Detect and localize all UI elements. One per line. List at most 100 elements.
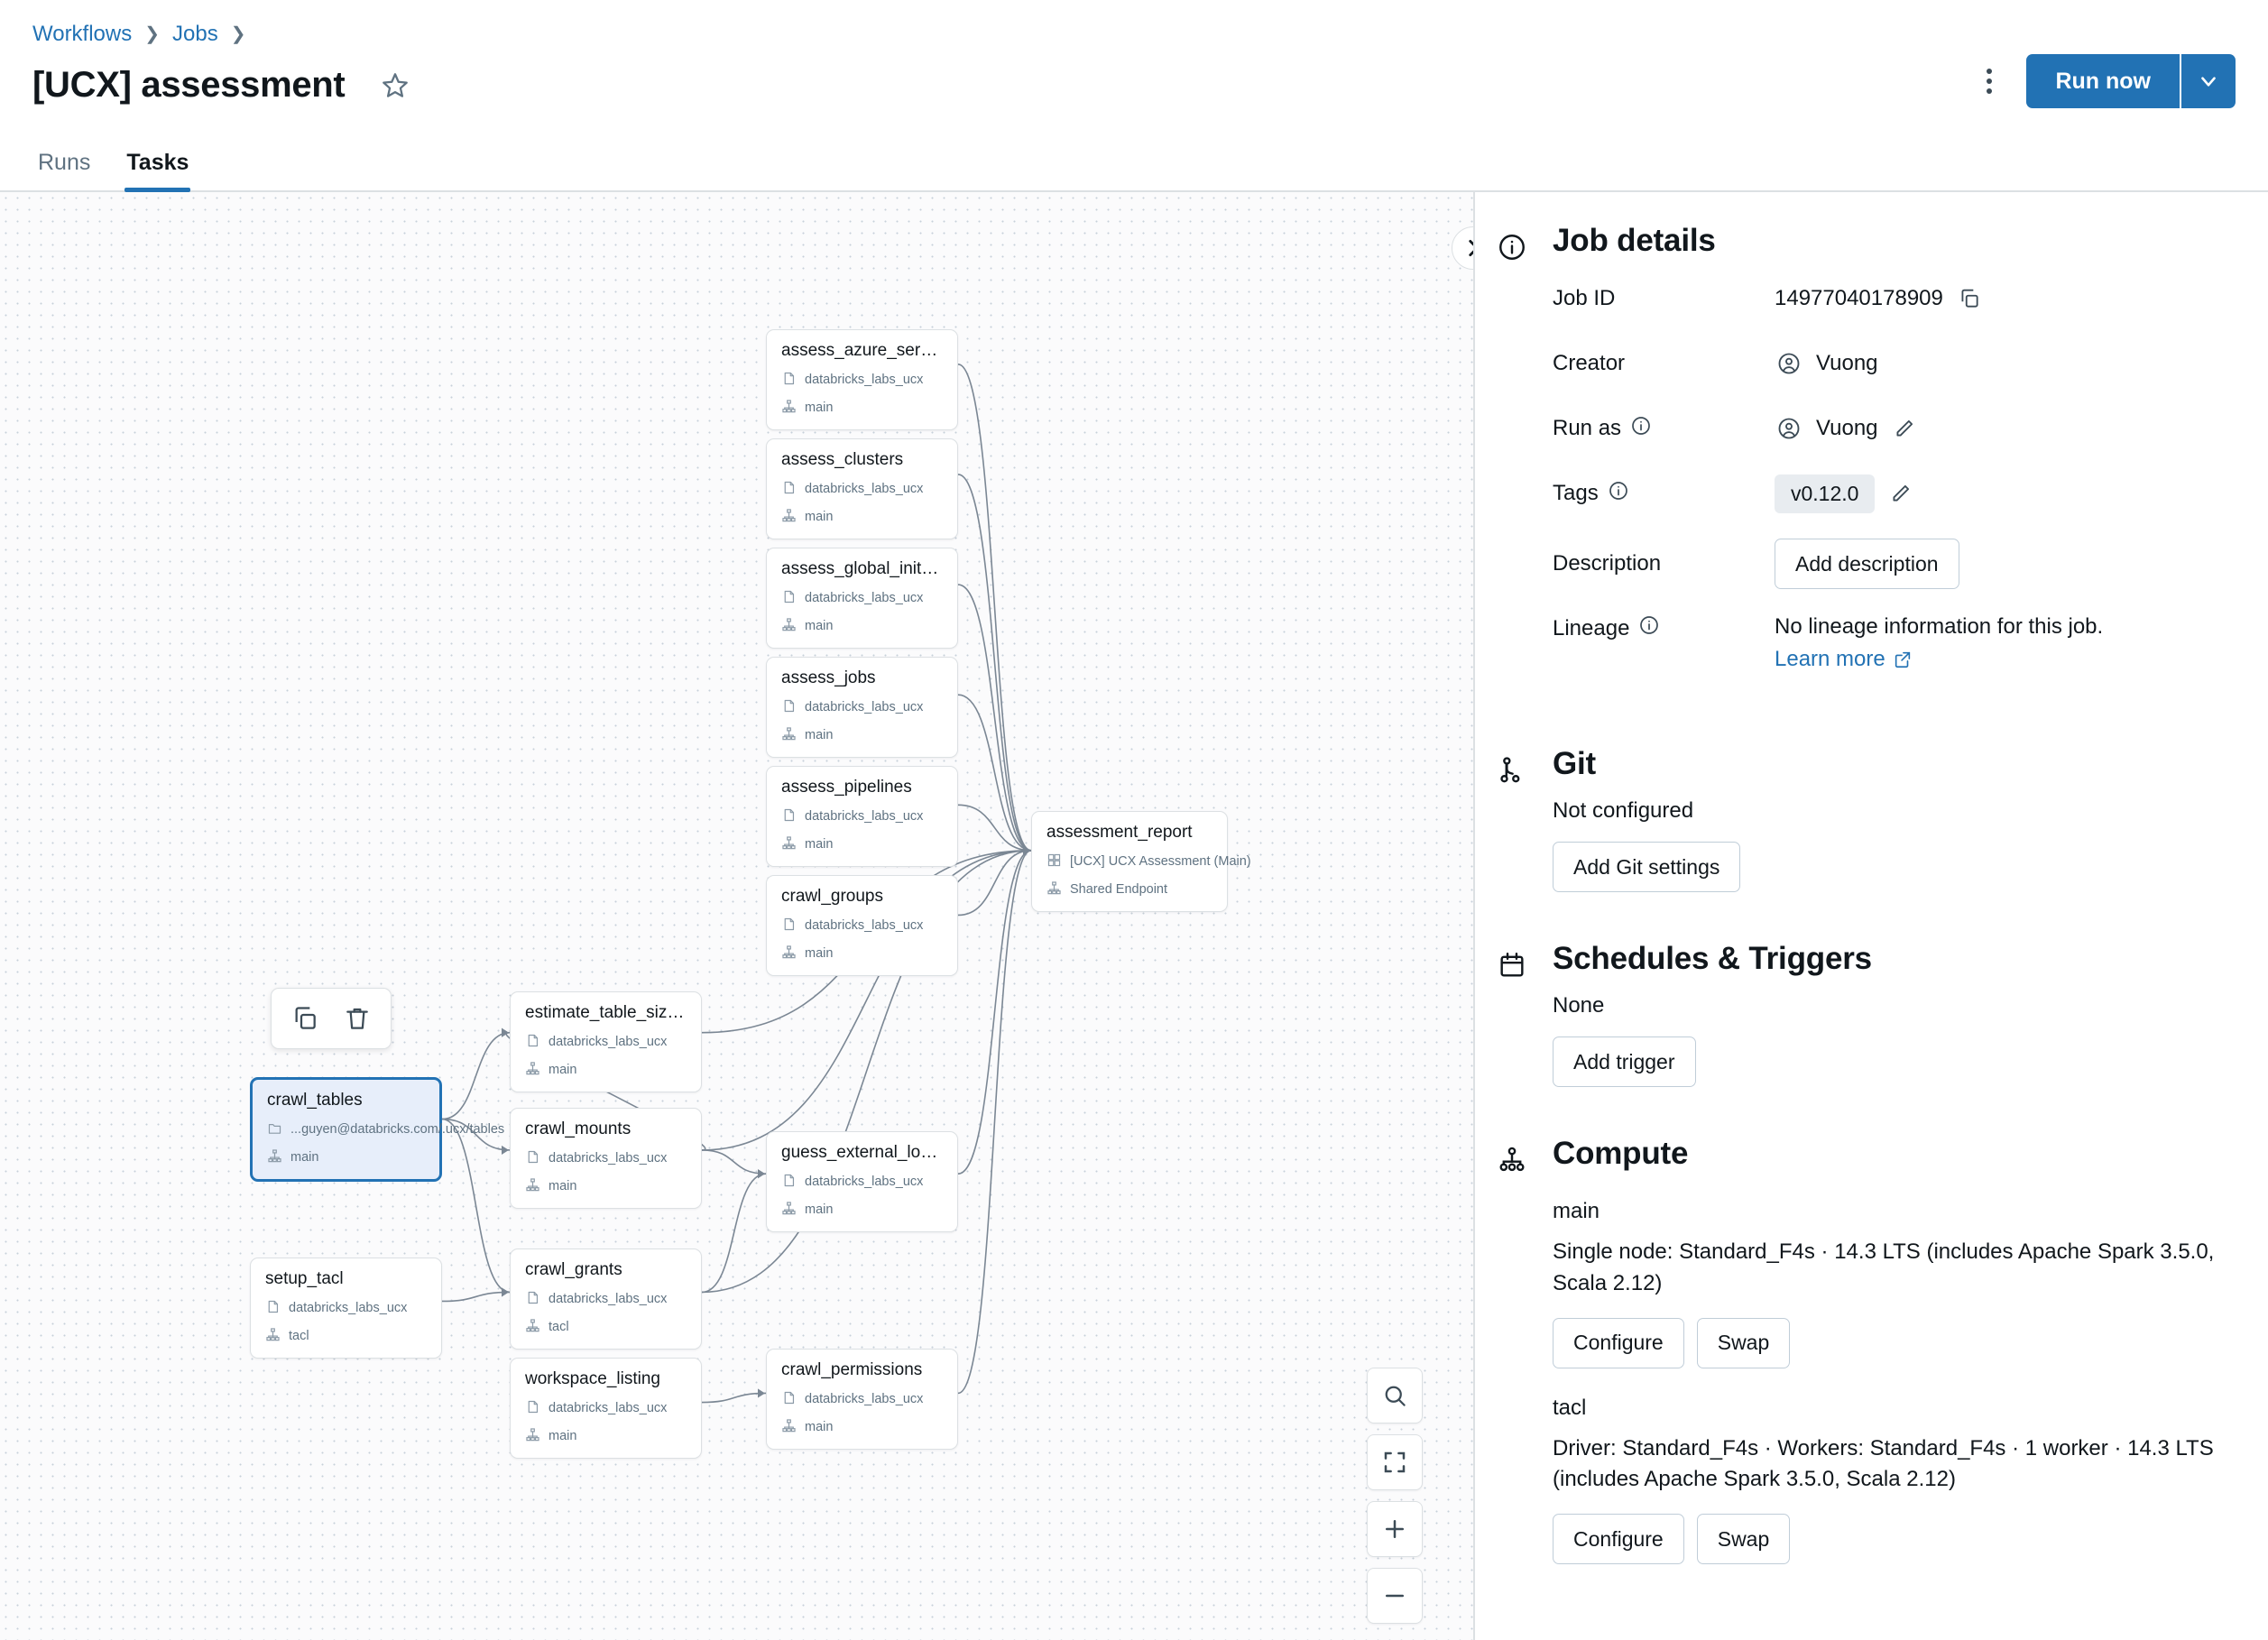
task-node-crawl_grants[interactable]: crawl_grantsdatabricks_labs_ucxtacl <box>510 1248 702 1350</box>
swap-button[interactable]: Swap <box>1697 1318 1791 1368</box>
info-circle-icon[interactable] <box>1638 614 1660 642</box>
info-circle-icon[interactable] <box>1608 480 1629 508</box>
zoom-out-button[interactable] <box>1367 1568 1423 1624</box>
task-node-source: databricks_labs_ucx <box>525 1033 687 1052</box>
task-graph-canvas[interactable]: assess_azure_service_princi...databricks… <box>0 192 1473 1640</box>
cluster-icon <box>525 1061 540 1080</box>
task-node-setup_tacl[interactable]: setup_tacldatabricks_labs_ucxtacl <box>250 1258 442 1359</box>
task-edge <box>442 1119 510 1293</box>
tag-chip[interactable]: v0.12.0 <box>1775 474 1875 513</box>
task-node-title: crawl_groups <box>781 887 943 908</box>
copy-icon[interactable] <box>282 997 327 1040</box>
task-node-source-label: databricks_labs_ucx <box>549 1035 667 1049</box>
task-node-title: assess_clusters <box>781 450 943 471</box>
notebook-icon <box>525 1399 540 1418</box>
task-edge-arrow <box>1023 846 1030 855</box>
info-circle-icon[interactable] <box>1630 415 1652 443</box>
task-edge-arrow <box>502 1028 509 1037</box>
task-node-cluster: main <box>781 617 943 636</box>
task-node-source: [UCX] UCX Assessment (Main) <box>1046 852 1212 871</box>
title-row: [UCX] assessment <box>32 65 2236 106</box>
swap-button[interactable]: Swap <box>1697 1514 1791 1564</box>
notebook-icon <box>781 1390 797 1409</box>
task-edge <box>702 1150 766 1174</box>
task-node-title: guess_external_locations <box>781 1143 943 1164</box>
task-node-assess_clusters[interactable]: assess_clustersdatabricks_labs_ucxmain <box>766 438 958 539</box>
task-node-source: databricks_labs_ucx <box>525 1290 687 1309</box>
task-node-source: databricks_labs_ucx <box>781 371 943 390</box>
task-node-assess_azure_service_principals[interactable]: assess_azure_service_princi...databricks… <box>766 329 958 430</box>
dashboard-icon <box>1046 852 1062 871</box>
task-node-assess_jobs[interactable]: assess_jobsdatabricks_labs_ucxmain <box>766 657 958 758</box>
pencil-icon[interactable] <box>1891 415 1918 442</box>
breadcrumb-item-jobs[interactable]: Jobs <box>172 23 218 45</box>
task-node-assessment_report[interactable]: assessment_report[UCX] UCX Assessment (M… <box>1031 811 1228 912</box>
configure-button[interactable]: Configure <box>1553 1318 1684 1368</box>
cluster-icon <box>1046 880 1062 899</box>
zoom-in-button[interactable] <box>1367 1501 1423 1557</box>
job-id-label: Job ID <box>1553 286 1775 311</box>
copy-icon[interactable] <box>1956 285 1983 312</box>
learn-more-link[interactable]: Learn more <box>1775 647 1913 672</box>
configure-button[interactable]: Configure <box>1553 1514 1684 1564</box>
pencil-icon[interactable] <box>1887 480 1914 507</box>
creator-label: Creator <box>1553 351 1775 376</box>
task-edge-arrow <box>502 1146 509 1155</box>
task-node-source-label: databricks_labs_ucx <box>805 591 923 605</box>
task-node-title: workspace_listing <box>525 1369 687 1390</box>
task-node-source: databricks_labs_ucx <box>265 1299 427 1318</box>
task-node-cluster: main <box>781 399 943 418</box>
notebook-icon <box>781 807 797 826</box>
description-value-wrap: Add description <box>1775 539 1959 589</box>
task-edge <box>702 1393 766 1402</box>
task-node-title: assess_pipelines <box>781 778 943 798</box>
task-node-source: databricks_labs_ucx <box>781 807 943 826</box>
task-node-crawl_groups[interactable]: crawl_groupsdatabricks_labs_ucxmain <box>766 875 958 976</box>
add-git-settings-button[interactable]: Add Git settings <box>1553 842 1740 892</box>
task-node-crawl_permissions[interactable]: crawl_permissionsdatabricks_labs_ucxmain <box>766 1349 958 1450</box>
task-node-workspace_listing[interactable]: workspace_listingdatabricks_labs_ucxmain <box>510 1358 702 1459</box>
task-node-source-label: databricks_labs_ucx <box>549 1401 667 1415</box>
fit-to-screen-button[interactable] <box>1367 1434 1423 1490</box>
task-node-crawl_mounts[interactable]: crawl_mountsdatabricks_labs_ucxmain <box>510 1108 702 1209</box>
task-node-title: crawl_tables <box>267 1091 425 1111</box>
node-action-toolbar <box>271 988 392 1049</box>
lineage-value-wrap: No lineage information for this job. Lea… <box>1775 614 2103 672</box>
task-edge-arrow <box>1023 846 1030 855</box>
add-description-button[interactable]: Add description <box>1775 539 1959 589</box>
task-node-source-label: databricks_labs_ucx <box>805 809 923 824</box>
task-node-assess_pipelines[interactable]: assess_pipelinesdatabricks_labs_ucxmain <box>766 766 958 867</box>
description-label: Description <box>1553 551 1775 576</box>
task-node-crawl_tables[interactable]: crawl_tables ...guyen@databricks.com/.ucx… <box>250 1077 442 1182</box>
cluster-icon <box>781 1201 797 1220</box>
add-trigger-button[interactable]: Add trigger <box>1553 1037 1696 1087</box>
task-edge-arrow <box>1023 846 1030 855</box>
creator-value: Vuong <box>1816 351 1878 376</box>
star-icon[interactable] <box>377 68 413 104</box>
task-node-estimate_table_size_for_migration[interactable]: estimate_table_size_for_mig...databricks… <box>510 991 702 1092</box>
task-node-source-label: databricks_labs_ucx <box>549 1151 667 1166</box>
cluster-icon <box>265 1327 281 1346</box>
zoom-search-button[interactable] <box>1367 1368 1423 1423</box>
task-edge-arrow <box>1023 846 1030 855</box>
detail-row-tags: Tags v0.12.0 <box>1553 474 2232 513</box>
run-now-dropdown-button[interactable] <box>2180 54 2236 108</box>
trash-icon[interactable] <box>335 997 380 1040</box>
task-edge <box>958 851 1031 1394</box>
run-now-button[interactable]: Run now <box>2026 54 2180 108</box>
task-edge <box>958 474 1031 851</box>
task-edge <box>958 851 1031 1174</box>
collapse-panel-button[interactable] <box>1452 226 1473 270</box>
task-node-guess_external_locations[interactable]: guess_external_locationsdatabricks_labs_… <box>766 1131 958 1232</box>
task-node-source: ...guyen@databricks.com/.ucx/tables <box>267 1120 425 1139</box>
cluster-icon <box>781 835 797 854</box>
task-node-assess_global_init_scripts[interactable]: assess_global_init_scriptsdatabricks_lab… <box>766 548 958 649</box>
task-node-cluster-label: Shared Endpoint <box>1070 882 1167 897</box>
breadcrumb-item-workflows[interactable]: Workflows <box>32 23 132 45</box>
tab-runs[interactable]: Runs <box>20 150 108 190</box>
task-node-cluster-label: tacl <box>549 1320 569 1334</box>
task-edge <box>442 1292 510 1301</box>
task-node-source-label: databricks_labs_ucx <box>549 1292 667 1306</box>
more-vertical-icon[interactable] <box>1968 60 2010 102</box>
tab-tasks[interactable]: Tasks <box>108 150 207 190</box>
